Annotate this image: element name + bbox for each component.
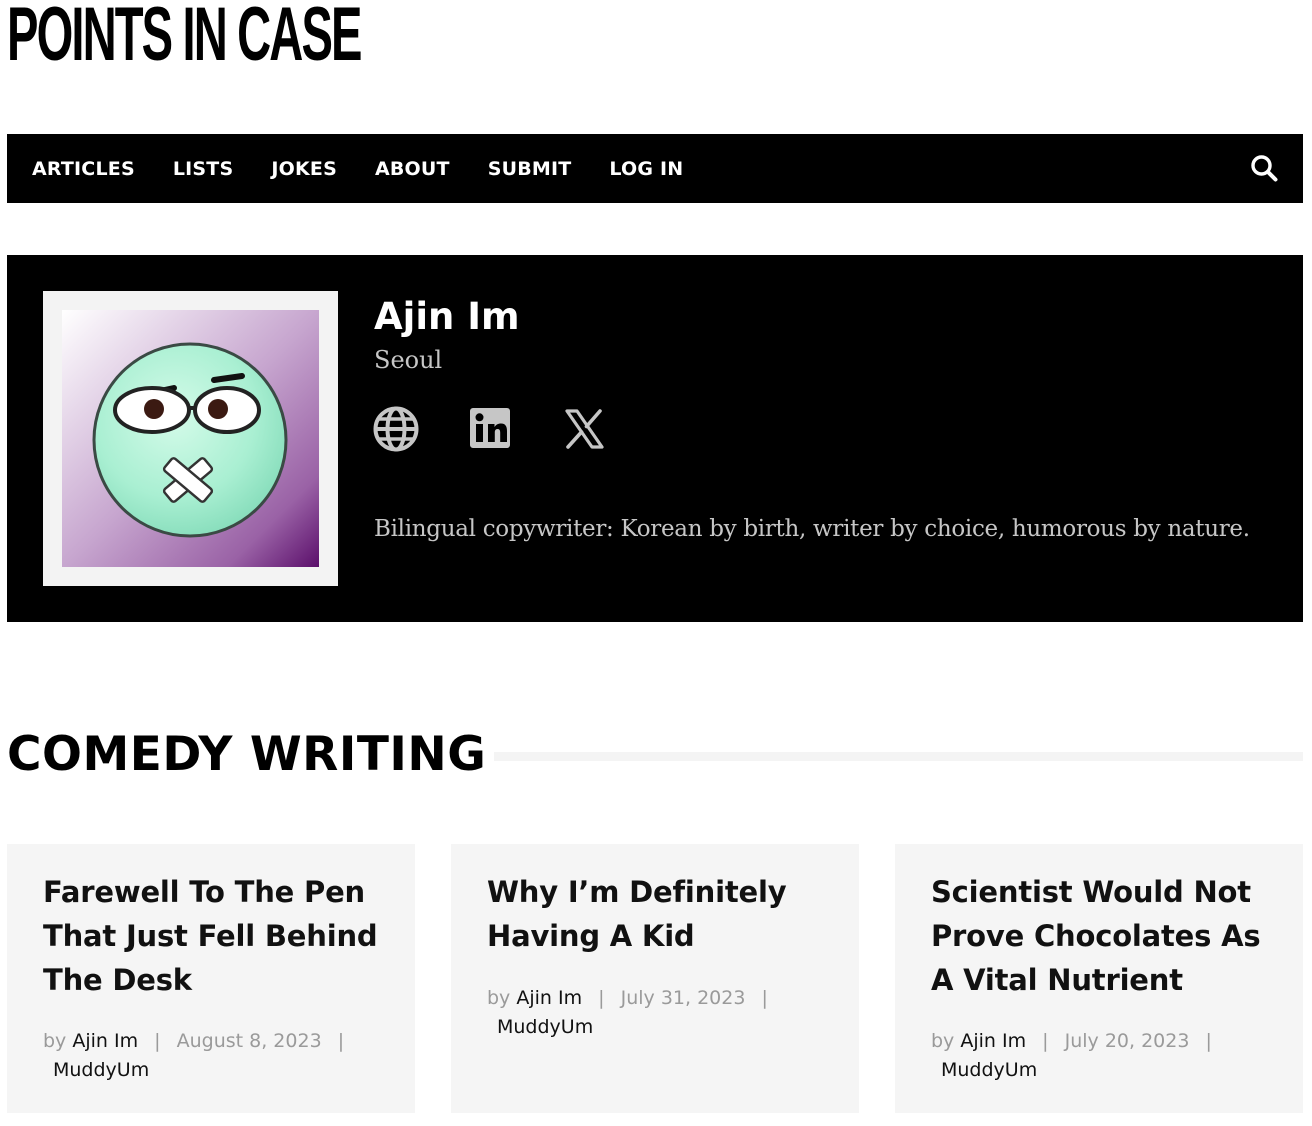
nav-item-submit[interactable]: SUBMIT xyxy=(488,158,572,180)
article-date: August 8, 2023 xyxy=(176,1030,322,1052)
search-icon[interactable] xyxy=(1250,154,1278,182)
avatar xyxy=(43,291,338,586)
meta-separator: | xyxy=(598,987,605,1009)
globe-icon[interactable] xyxy=(372,405,420,453)
article-meta: by Ajin Im | July 20, 2023 | MuddyUm xyxy=(931,1027,1281,1085)
nav-links: ARTICLES LISTS JOKES ABOUT SUBMIT LOG IN xyxy=(32,158,721,180)
meta-by: by xyxy=(931,1030,955,1052)
meta-separator: | xyxy=(337,1030,345,1052)
section-title: COMEDY WRITING xyxy=(7,727,487,782)
nav-item-lists[interactable]: LISTS xyxy=(173,158,234,180)
author-name: Ajin Im xyxy=(374,295,520,338)
meta-by: by xyxy=(43,1030,67,1052)
article-title[interactable]: Why I’m Definitely Having A Kid xyxy=(487,870,835,958)
article-author-link[interactable]: Ajin Im xyxy=(960,1030,1026,1052)
article-title[interactable]: Farewell To The Pen That Just Fell Behin… xyxy=(43,870,391,1002)
article-date: July 20, 2023 xyxy=(1064,1030,1190,1052)
meta-by: by xyxy=(487,987,511,1009)
meta-separator: | xyxy=(1042,1030,1049,1052)
linkedin-icon[interactable] xyxy=(467,405,515,453)
article-author-link[interactable]: Ajin Im xyxy=(516,987,582,1009)
x-icon[interactable] xyxy=(560,405,608,453)
article-editor-link[interactable]: MuddyUm xyxy=(53,1056,393,1085)
article-card[interactable]: Scientist Would Not Prove Chocolates As … xyxy=(895,844,1303,1113)
author-bio: Bilingual copywriter: Korean by birth, w… xyxy=(374,516,1250,542)
article-card[interactable]: Farewell To The Pen That Just Fell Behin… xyxy=(7,844,415,1113)
nav-item-log-in[interactable]: LOG IN xyxy=(609,158,683,180)
nav-item-jokes[interactable]: JOKES xyxy=(271,158,337,180)
meta-separator: | xyxy=(1205,1030,1212,1052)
section-divider xyxy=(494,752,1303,761)
sealed-mouth-smiley-avatar-icon xyxy=(62,310,319,567)
article-meta: by Ajin Im | August 8, 2023 | MuddyUm xyxy=(43,1027,393,1085)
article-editor-link[interactable]: MuddyUm xyxy=(941,1056,1281,1085)
article-card[interactable]: Why I’m Definitely Having A Kid by Ajin … xyxy=(451,844,859,1113)
site-logo[interactable]: POINTS IN CASE xyxy=(7,0,362,73)
article-title[interactable]: Scientist Would Not Prove Chocolates As … xyxy=(931,870,1279,1002)
author-location: Seoul xyxy=(374,346,443,374)
article-meta: by Ajin Im | July 31, 2023 | MuddyUm xyxy=(487,984,837,1042)
author-profile: Ajin Im Seoul Bilingual copywriter: Kore… xyxy=(7,255,1303,622)
main-nav: ARTICLES LISTS JOKES ABOUT SUBMIT LOG IN xyxy=(7,134,1303,203)
article-author-link[interactable]: Ajin Im xyxy=(72,1030,138,1052)
nav-item-about[interactable]: ABOUT xyxy=(375,158,450,180)
meta-separator: | xyxy=(761,987,768,1009)
article-editor-link[interactable]: MuddyUm xyxy=(497,1013,837,1042)
meta-separator: | xyxy=(154,1030,161,1052)
nav-item-articles[interactable]: ARTICLES xyxy=(32,158,135,180)
article-date: July 31, 2023 xyxy=(620,987,746,1009)
